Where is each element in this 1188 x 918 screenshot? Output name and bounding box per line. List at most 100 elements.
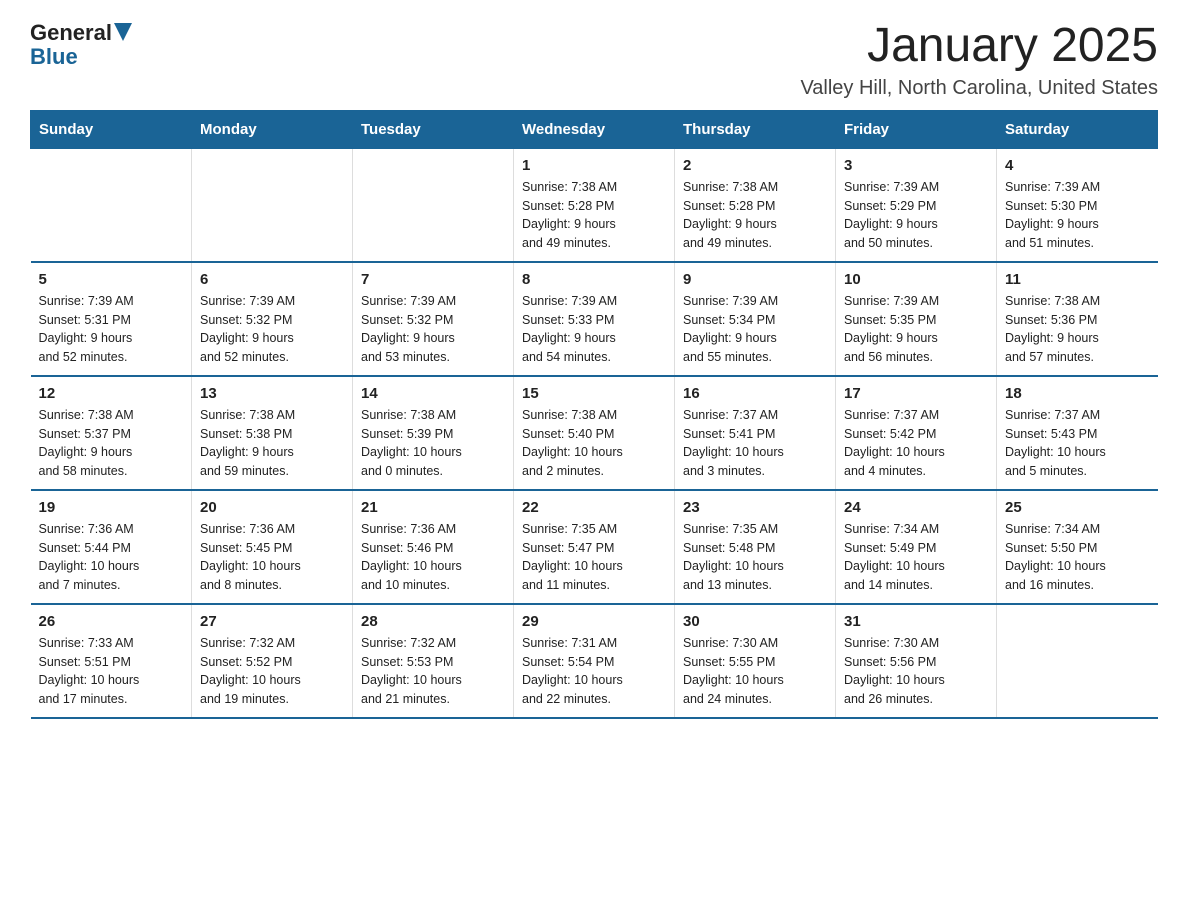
calendar-table: SundayMondayTuesdayWednesdayThursdayFrid… — [30, 110, 1158, 719]
calendar-day-10: 10Sunrise: 7:39 AMSunset: 5:35 PMDayligh… — [836, 262, 997, 376]
logo: General Blue — [30, 20, 132, 70]
day-number: 24 — [844, 499, 988, 516]
day-info: Sunrise: 7:39 AMSunset: 5:34 PMDaylight:… — [683, 292, 827, 367]
calendar-week-row: 26 Sunrise: 7:33 AMSunset: 5:51 PMDayligh… — [31, 604, 1158, 718]
calendar-week-row: 12 Sunrise: 7:38 AMSunset: 5:37 PMDayligh… — [31, 376, 1158, 490]
day-info: Sunrise: 7:37 AMSunset: 5:41 PMDaylight:… — [683, 406, 827, 481]
calendar-day-7: 7 Sunrise: 7:39 AMSunset: 5:32 PMDaylight… — [353, 262, 514, 376]
logo-general-text: General — [30, 20, 112, 46]
calendar-day-9: 9 Sunrise: 7:39 AMSunset: 5:34 PMDaylight… — [675, 262, 836, 376]
empty-cell — [353, 148, 514, 262]
calendar-day-29: 29 Sunrise: 7:31 AMSunset: 5:54 PMDayligh… — [514, 604, 675, 718]
day-info: Sunrise: 7:38 AMSunset: 5:37 PMDaylight:… — [39, 406, 184, 481]
day-info: Sunrise: 7:39 AMSunset: 5:29 PMDaylight:… — [844, 178, 988, 253]
weekday-header-wednesday: Wednesday — [514, 110, 675, 148]
calendar-title: January 2025 — [800, 20, 1158, 73]
calendar-day-22: 22Sunrise: 7:35 AMSunset: 5:47 PMDayligh… — [514, 490, 675, 604]
day-number: 4 — [1005, 157, 1150, 174]
calendar-day-6: 6Sunrise: 7:39 AMSunset: 5:32 PMDaylight… — [192, 262, 353, 376]
calendar-day-3: 3 Sunrise: 7:39 AMSunset: 5:29 PMDaylight… — [836, 148, 997, 262]
weekday-header-thursday: Thursday — [675, 110, 836, 148]
logo-blue-text: Blue — [30, 44, 78, 70]
calendar-day-17: 17 Sunrise: 7:37 AMSunset: 5:42 PMDayligh… — [836, 376, 997, 490]
day-number: 8 — [522, 271, 666, 288]
day-number: 2 — [683, 157, 827, 174]
day-info: Sunrise: 7:38 AMSunset: 5:36 PMDaylight:… — [1005, 292, 1150, 367]
calendar-day-8: 8Sunrise: 7:39 AMSunset: 5:33 PMDaylight… — [514, 262, 675, 376]
day-info: Sunrise: 7:34 AMSunset: 5:49 PMDaylight:… — [844, 520, 988, 595]
calendar-day-14: 14 Sunrise: 7:38 AMSunset: 5:39 PMDayligh… — [353, 376, 514, 490]
day-number: 14 — [361, 385, 505, 402]
day-number: 17 — [844, 385, 988, 402]
calendar-subtitle: Valley Hill, North Carolina, United Stat… — [800, 77, 1158, 100]
day-info: Sunrise: 7:30 AMSunset: 5:56 PMDaylight:… — [844, 634, 988, 709]
day-info: Sunrise: 7:30 AMSunset: 5:55 PMDaylight:… — [683, 634, 827, 709]
day-number: 12 — [39, 385, 184, 402]
calendar-day-31: 31 Sunrise: 7:30 AMSunset: 5:56 PMDayligh… — [836, 604, 997, 718]
calendar-day-12: 12 Sunrise: 7:38 AMSunset: 5:37 PMDayligh… — [31, 376, 192, 490]
calendar-day-30: 30 Sunrise: 7:30 AMSunset: 5:55 PMDayligh… — [675, 604, 836, 718]
day-info: Sunrise: 7:38 AMSunset: 5:39 PMDaylight:… — [361, 406, 505, 481]
day-number: 18 — [1005, 385, 1150, 402]
calendar-day-25: 25 Sunrise: 7:34 AMSunset: 5:50 PMDayligh… — [997, 490, 1158, 604]
day-number: 9 — [683, 271, 827, 288]
calendar-day-20: 20 Sunrise: 7:36 AMSunset: 5:45 PMDayligh… — [192, 490, 353, 604]
weekday-header-row: SundayMondayTuesdayWednesdayThursdayFrid… — [31, 110, 1158, 148]
day-info: Sunrise: 7:37 AMSunset: 5:43 PMDaylight:… — [1005, 406, 1150, 481]
calendar-week-row: 1 Sunrise: 7:38 AMSunset: 5:28 PMDaylight… — [31, 148, 1158, 262]
weekday-header-saturday: Saturday — [997, 110, 1158, 148]
day-number: 15 — [522, 385, 666, 402]
day-info: Sunrise: 7:39 AMSunset: 5:31 PMDaylight:… — [39, 292, 184, 367]
empty-cell — [31, 148, 192, 262]
day-number: 20 — [200, 499, 344, 516]
calendar-day-11: 11 Sunrise: 7:38 AMSunset: 5:36 PMDayligh… — [997, 262, 1158, 376]
day-info: Sunrise: 7:34 AMSunset: 5:50 PMDaylight:… — [1005, 520, 1150, 595]
day-info: Sunrise: 7:39 AMSunset: 5:30 PMDaylight:… — [1005, 178, 1150, 253]
day-number: 29 — [522, 613, 666, 630]
calendar-day-16: 16 Sunrise: 7:37 AMSunset: 5:41 PMDayligh… — [675, 376, 836, 490]
calendar-week-row: 19Sunrise: 7:36 AMSunset: 5:44 PMDayligh… — [31, 490, 1158, 604]
day-info: Sunrise: 7:31 AMSunset: 5:54 PMDaylight:… — [522, 634, 666, 709]
day-info: Sunrise: 7:33 AMSunset: 5:51 PMDaylight:… — [39, 634, 184, 709]
day-info: Sunrise: 7:32 AMSunset: 5:53 PMDaylight:… — [361, 634, 505, 709]
day-number: 16 — [683, 385, 827, 402]
day-info: Sunrise: 7:36 AMSunset: 5:46 PMDaylight:… — [361, 520, 505, 595]
calendar-day-24: 24 Sunrise: 7:34 AMSunset: 5:49 PMDayligh… — [836, 490, 997, 604]
day-number: 6 — [200, 271, 344, 288]
day-info: Sunrise: 7:38 AMSunset: 5:40 PMDaylight:… — [522, 406, 666, 481]
day-number: 26 — [39, 613, 184, 630]
day-number: 25 — [1005, 499, 1150, 516]
weekday-header-monday: Monday — [192, 110, 353, 148]
calendar-day-15: 15 Sunrise: 7:38 AMSunset: 5:40 PMDayligh… — [514, 376, 675, 490]
title-block: January 2025 Valley Hill, North Carolina… — [800, 20, 1158, 100]
day-number: 1 — [522, 157, 666, 174]
calendar-day-18: 18 Sunrise: 7:37 AMSunset: 5:43 PMDayligh… — [997, 376, 1158, 490]
day-info: Sunrise: 7:38 AMSunset: 5:38 PMDaylight:… — [200, 406, 344, 481]
day-number: 19 — [39, 499, 184, 516]
day-info: Sunrise: 7:37 AMSunset: 5:42 PMDaylight:… — [844, 406, 988, 481]
day-number: 11 — [1005, 271, 1150, 288]
calendar-day-5: 5Sunrise: 7:39 AMSunset: 5:31 PMDaylight… — [31, 262, 192, 376]
page-header: General Blue January 2025 Valley Hill, N… — [30, 20, 1158, 100]
day-info: Sunrise: 7:39 AMSunset: 5:32 PMDaylight:… — [361, 292, 505, 367]
calendar-day-4: 4 Sunrise: 7:39 AMSunset: 5:30 PMDaylight… — [997, 148, 1158, 262]
day-info: Sunrise: 7:35 AMSunset: 5:48 PMDaylight:… — [683, 520, 827, 595]
day-info: Sunrise: 7:36 AMSunset: 5:45 PMDaylight:… — [200, 520, 344, 595]
day-number: 30 — [683, 613, 827, 630]
weekday-header-sunday: Sunday — [31, 110, 192, 148]
calendar-day-2: 2Sunrise: 7:38 AMSunset: 5:28 PMDaylight… — [675, 148, 836, 262]
calendar-day-21: 21Sunrise: 7:36 AMSunset: 5:46 PMDayligh… — [353, 490, 514, 604]
day-number: 31 — [844, 613, 988, 630]
day-number: 13 — [200, 385, 344, 402]
weekday-header-friday: Friday — [836, 110, 997, 148]
day-info: Sunrise: 7:38 AMSunset: 5:28 PMDaylight:… — [522, 178, 666, 253]
day-number: 7 — [361, 271, 505, 288]
day-number: 3 — [844, 157, 988, 174]
empty-cell — [192, 148, 353, 262]
day-info: Sunrise: 7:32 AMSunset: 5:52 PMDaylight:… — [200, 634, 344, 709]
calendar-day-13: 13 Sunrise: 7:38 AMSunset: 5:38 PMDayligh… — [192, 376, 353, 490]
day-number: 22 — [522, 499, 666, 516]
day-number: 23 — [683, 499, 827, 516]
day-number: 27 — [200, 613, 344, 630]
calendar-day-28: 28Sunrise: 7:32 AMSunset: 5:53 PMDayligh… — [353, 604, 514, 718]
